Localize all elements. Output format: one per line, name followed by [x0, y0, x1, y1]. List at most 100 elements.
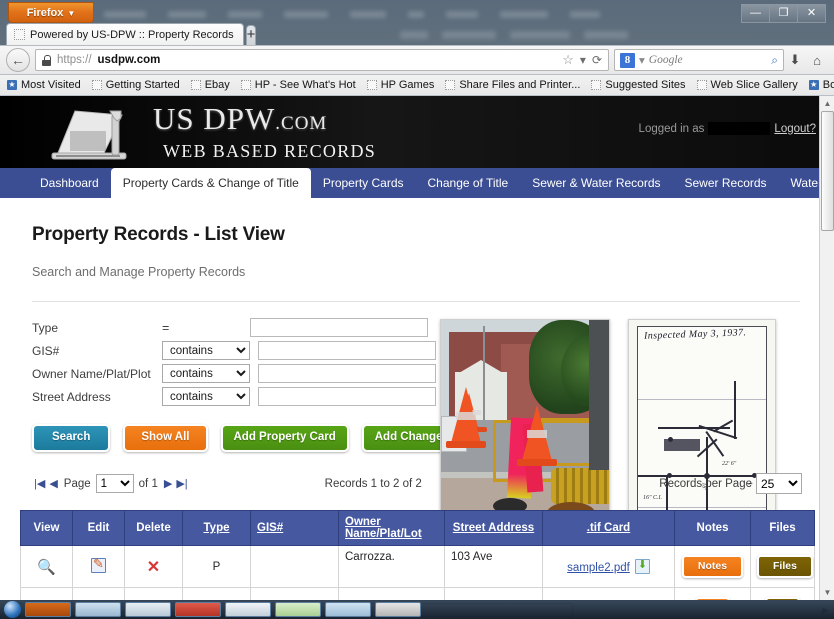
bookmark-item[interactable]: ★ Most Visited [7, 79, 81, 91]
column-header-edit[interactable]: Edit [72, 510, 125, 546]
operator-select-gis[interactable]: contains [162, 341, 250, 360]
bookmark-item[interactable]: HP Games [366, 79, 434, 91]
download-icon[interactable] [634, 558, 650, 574]
records-per-page-select[interactable]: 25 [756, 473, 802, 494]
scroll-up-icon[interactable]: ▲ [820, 96, 834, 111]
home-icon[interactable]: ⌂ [806, 53, 828, 68]
next-page-icon[interactable]: ▶ [162, 477, 174, 490]
dropmarker-icon[interactable]: ▾ [580, 53, 586, 67]
bookmark-item[interactable]: Ebay [190, 79, 230, 91]
bookmarks-menu[interactable]: ★Bookmarks [808, 79, 834, 91]
bookmark-item[interactable]: HP - See What's Hot [240, 79, 356, 91]
nav-tab-property-cards[interactable]: Property Cards [311, 168, 416, 198]
back-button[interactable]: ← [6, 48, 30, 72]
firefox-menu-button[interactable]: Firefox ▼ [8, 2, 94, 23]
column-header-view[interactable]: View [20, 510, 73, 546]
cell-delete[interactable]: ✕ [124, 545, 183, 588]
start-button-icon[interactable] [4, 601, 21, 618]
taskbar-item[interactable] [225, 602, 271, 617]
page-subtitle: Search and Manage Property Records [32, 265, 246, 279]
page-select[interactable]: 1 [95, 474, 134, 493]
operator-select-owner[interactable]: contains [162, 364, 250, 383]
url-bar[interactable]: https:// usdpw.com ☆ ▾ ⟳ [35, 49, 609, 71]
logout-link[interactable]: Logout? [774, 123, 816, 135]
cell-edit[interactable] [72, 545, 125, 588]
pagination-bar: |◀ ◀ Page 1 of 1 ▶ ▶| Records 1 to 2 of … [32, 470, 802, 497]
brand-dotcom: .COM [275, 113, 328, 134]
prev-page-icon[interactable]: ◀ [47, 477, 59, 490]
bookmark-label: Getting Started [105, 79, 180, 91]
bookmark-item[interactable]: Suggested Sites [591, 79, 686, 91]
red-x-icon[interactable]: ✕ [147, 559, 160, 576]
taskbar-item[interactable] [175, 602, 221, 617]
cell-view[interactable]: 🔍 [20, 545, 73, 588]
window-close-button[interactable]: ✕ [797, 4, 826, 23]
operator-select-street-address[interactable]: contains [162, 387, 250, 406]
bookmark-star-icon[interactable]: ☆ [562, 52, 574, 68]
redacted-username [708, 122, 771, 135]
bookmark-label: Share Files and Printer... [459, 79, 581, 91]
nav-tab-dashboard[interactable]: Dashboard [28, 168, 111, 198]
search-button[interactable]: Search [32, 424, 111, 452]
first-page-icon[interactable]: |◀ [32, 477, 47, 490]
bookmark-label: Bookmarks [822, 79, 834, 91]
cell-type: P [182, 545, 251, 588]
reload-icon[interactable]: ⟳ [592, 53, 602, 67]
taskbar-item[interactable] [125, 602, 171, 617]
search-engine-caret-icon[interactable]: ▾ [639, 53, 645, 67]
notes-button[interactable]: Notes [681, 555, 744, 578]
scroll-down-icon[interactable]: ▼ [820, 585, 834, 600]
bookmark-item[interactable]: Web Slice Gallery [696, 79, 798, 91]
search-bar[interactable]: 8 ▾ Google ⌕ [614, 49, 784, 71]
taskbar-item[interactable] [275, 602, 321, 617]
column-header-files[interactable]: Files [750, 510, 815, 546]
column-header-tif-card[interactable]: .tif Card [542, 510, 675, 546]
last-page-icon[interactable]: ▶| [174, 477, 189, 490]
column-header-delete[interactable]: Delete [124, 510, 183, 546]
site-header: US DPW.COM WEB BASED RECORDS Logged in a… [0, 96, 834, 168]
page-vertical-scrollbar[interactable]: ▲ ▼ [819, 96, 834, 600]
windows-taskbar [0, 600, 834, 619]
vertical-scroll-thumb[interactable] [821, 111, 834, 231]
input-gis[interactable] [258, 341, 436, 360]
favicon-icon [91, 80, 102, 90]
taskbar-item[interactable] [75, 602, 121, 617]
taskbar-item[interactable] [375, 602, 421, 617]
nav-tab-sewer-and-water-records[interactable]: Sewer & Water Records [520, 168, 672, 198]
bookmark-item[interactable]: Share Files and Printer... [445, 79, 580, 91]
show-all-button[interactable]: Show All [123, 424, 208, 452]
search-magnifier-icon[interactable]: ⌕ [771, 53, 778, 68]
nav-tab-sewer-records[interactable]: Sewer Records [673, 168, 779, 198]
records-per-page-label: Records per Page [659, 477, 752, 490]
files-button[interactable]: Files [757, 555, 813, 578]
column-header-type[interactable]: Type [182, 510, 251, 546]
taskbar-item[interactable] [25, 602, 71, 617]
column-header-owner[interactable]: Owner Name/Plat/Lot [338, 510, 445, 546]
window-minimize-button[interactable]: — [741, 4, 770, 23]
tif-card-link[interactable]: sample2.pdf [567, 562, 630, 574]
nav-tab-change-of-title[interactable]: Change of Title [416, 168, 521, 198]
downloads-icon[interactable]: ⬇ [784, 52, 806, 68]
window-controls[interactable]: — ❐ ✕ [741, 4, 826, 23]
browser-tab-active[interactable]: Powered by US-DPW :: Property Records [6, 23, 244, 45]
favicon-icon [240, 80, 251, 90]
input-owner[interactable] [258, 364, 436, 383]
nav-tab-property-cards-and-change-of-title[interactable]: Property Cards & Change of Title [110, 168, 311, 198]
cell-notes: Notes [674, 545, 751, 588]
label-gis: GIS# [32, 343, 60, 358]
magnifier-icon[interactable]: 🔍 [37, 559, 56, 576]
input-type[interactable] [250, 318, 428, 337]
cell-tif-card: sample2.pdf [542, 545, 675, 588]
new-tab-button[interactable]: + [245, 25, 257, 45]
edit-pencil-icon[interactable] [91, 556, 106, 573]
column-header-gis[interactable]: GIS# [250, 510, 339, 546]
input-street-address[interactable] [258, 387, 436, 406]
background-toolbar [400, 26, 700, 44]
column-header-street-address[interactable]: Street Address [444, 510, 543, 546]
add-property-card-button[interactable]: Add Property Card [220, 424, 349, 452]
column-header-notes[interactable]: Notes [674, 510, 751, 546]
bookmark-item[interactable]: Getting Started [91, 79, 180, 91]
window-maximize-button[interactable]: ❐ [769, 4, 798, 23]
bookmark-label: Suggested Sites [605, 79, 686, 91]
taskbar-item[interactable] [325, 602, 371, 617]
